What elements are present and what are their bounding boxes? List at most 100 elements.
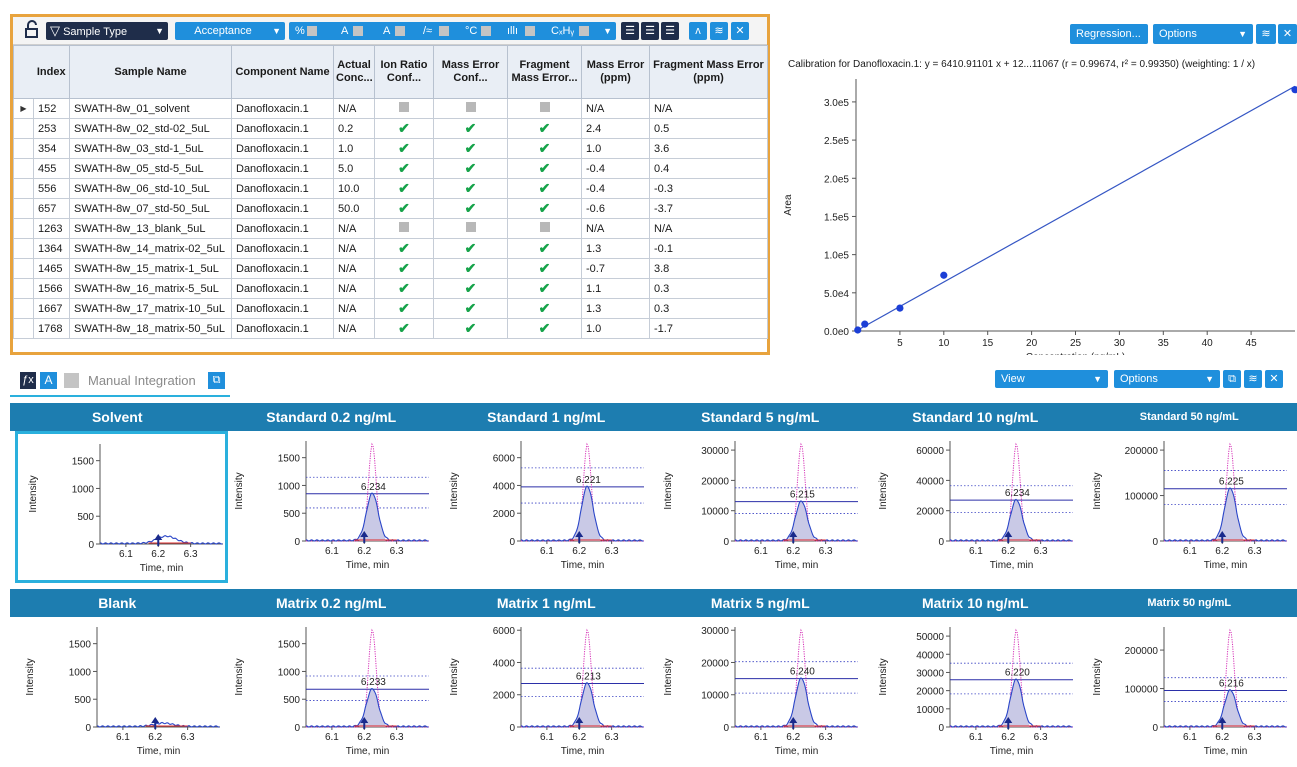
row-selector[interactable] bbox=[13, 138, 34, 159]
peak-a-toggle[interactable] bbox=[353, 26, 363, 36]
integration-options-dropdown[interactable]: Options ▼ bbox=[1114, 370, 1220, 388]
cell-fragment-mass-error-ppm: 3.6 bbox=[649, 138, 768, 159]
chromatogram-cell[interactable]: 0 500 1000 1500 6.1 6.2 6.3 Time, min Intensity 6… bbox=[224, 431, 434, 583]
regression-button[interactable]: Regression... bbox=[1070, 24, 1148, 44]
chromatogram-cell[interactable]: 0 10000 20000 30000 40000 50000 6.1 6.2 6.3 Time,… bbox=[868, 617, 1078, 767]
percent-toggle[interactable] bbox=[307, 26, 317, 36]
table-row[interactable]: 1566 SWATH-8w_16_matrix-5_5uL Danofloxacin… bbox=[13, 278, 768, 299]
table-row[interactable]: 1465 SWATH-8w_15_matrix-1_5uL Danofloxacin… bbox=[13, 258, 768, 279]
integration-overlay-button[interactable]: ≋ bbox=[1244, 370, 1262, 388]
column-header-actual-conc[interactable]: Actual Conc... bbox=[333, 45, 375, 99]
chromatogram-plot[interactable]: 0 500 1000 1500 6.1 6.2 6.3Time, min Intensity bbox=[18, 434, 228, 584]
unlock-icon[interactable] bbox=[23, 20, 41, 40]
formula-tool-button[interactable]: ƒx bbox=[20, 372, 36, 389]
calibration-chart[interactable]: 0.0e0 5.0e4 1.0e5 1.5e5 2.0e5 2.5e5 3.0e5 5 10 15… bbox=[773, 55, 1297, 355]
row-selector[interactable] bbox=[13, 318, 34, 339]
chromatogram-plot[interactable]: 0 500 1000 1500 6.1 6.2 6.3Time, min Intensity 6… bbox=[224, 431, 434, 581]
column-header-ion-ratio[interactable]: Ion Ratio Conf... bbox=[374, 45, 434, 99]
row-selector[interactable] bbox=[13, 238, 34, 259]
column-header-index[interactable]: Index bbox=[33, 45, 70, 99]
x-tick-label: 6.3 bbox=[1248, 732, 1262, 743]
expand-button[interactable]: ⧉ bbox=[208, 372, 225, 389]
view-dropdown[interactable]: View ▼ bbox=[995, 370, 1108, 388]
row-selector[interactable] bbox=[13, 298, 34, 319]
manual-integration-toggle[interactable] bbox=[64, 373, 79, 388]
close-button[interactable]: ✕ bbox=[731, 22, 749, 40]
chromatogram-cell[interactable]: 0 100000 200000 6.1 6.2 6.3 Time, min Intensity… bbox=[1082, 617, 1292, 767]
chromatogram-cell[interactable]: 0 2000 4000 6000 6.1 6.2 6.3 Time, min Intensity… bbox=[439, 617, 649, 767]
calibration-point[interactable] bbox=[940, 271, 948, 279]
row-selector[interactable] bbox=[13, 278, 34, 299]
table-row[interactable]: 556 SWATH-8w_06_std-10_5uL Danofloxacin.1 1… bbox=[13, 178, 768, 199]
table-row[interactable]: ▶ 152 SWATH-8w_01_solvent Danofloxacin.1 N/A… bbox=[13, 98, 768, 119]
column-header-mass-error-ppm[interactable]: Mass Error (ppm) bbox=[581, 45, 650, 99]
list-view-button[interactable]: ☰ bbox=[661, 22, 679, 40]
isotope-toggle[interactable] bbox=[525, 26, 535, 36]
column-header-sample-name[interactable]: Sample Name bbox=[69, 45, 232, 99]
row-selector[interactable] bbox=[13, 218, 34, 239]
chromatogram-cell[interactable]: 0 500 1000 1500 6.1 6.2 6.3 Time, min Intensity bbox=[15, 431, 228, 583]
x-tick-label: 6.3 bbox=[1034, 546, 1048, 557]
chromatogram-cell[interactable]: 0 10000 20000 30000 6.1 6.2 6.3 Time, min Intens… bbox=[653, 431, 863, 583]
sample-type-label: Sample Type bbox=[63, 26, 128, 38]
flag-filter-bar[interactable]: % A A /≈ °C ıllı CₓHᵧ ▼ bbox=[289, 22, 616, 40]
column-header-fragment-mass-error-conf[interactable]: Fragment Mass Error... bbox=[507, 45, 582, 99]
table-row[interactable]: 1263 SWATH-8w_13_blank_5uL Danofloxacin.1 N… bbox=[13, 218, 768, 239]
retention-time-label: 6.216 bbox=[1219, 678, 1244, 689]
row-selector[interactable] bbox=[13, 178, 34, 199]
table-row[interactable]: 1768 SWATH-8w_18_matrix-50_5uL Danofloxaci… bbox=[13, 318, 768, 339]
auto-integrate-button[interactable]: A bbox=[40, 372, 57, 389]
calibration-point[interactable] bbox=[896, 304, 904, 312]
row-selector[interactable]: ▶ bbox=[13, 98, 34, 119]
table-row[interactable]: 455 SWATH-8w_05_std-5_5uL Danofloxacin.1 5.… bbox=[13, 158, 768, 179]
calibration-options-dropdown[interactable]: Options ▼ bbox=[1153, 24, 1253, 44]
chromatogram-cell[interactable]: 0 20000 40000 60000 6.1 6.2 6.3 Time, min Intens… bbox=[868, 431, 1078, 583]
row-selector[interactable] bbox=[13, 198, 34, 219]
chromatogram-plot[interactable]: 0 2000 4000 6000 6.1 6.2 6.3Time, min Intensity… bbox=[439, 431, 649, 581]
calibration-point[interactable] bbox=[854, 326, 862, 334]
chromatogram-plot[interactable]: 0 500 1000 1500 6.1 6.2 6.3Time, min Intensity bbox=[15, 617, 225, 767]
table-row[interactable]: 354 SWATH-8w_03_std-1_5uL Danofloxacin.1 1.… bbox=[13, 138, 768, 159]
chromatogram-plot[interactable]: 0 100000 200000 6.1 6.2 6.3Time, min Intensity… bbox=[1082, 617, 1292, 767]
chromatogram-title: Standard 10 ng/mL bbox=[912, 409, 1039, 425]
chromatogram-plot[interactable]: 0 10000 20000 30000 6.1 6.2 6.3Time, min Intens… bbox=[653, 431, 863, 581]
chromatogram-cell[interactable]: 0 500 1000 1500 6.1 6.2 6.3 Time, min Intensity 6… bbox=[224, 617, 434, 767]
table-row[interactable]: 1364 SWATH-8w_14_matrix-02_5uL Danofloxaci… bbox=[13, 238, 768, 259]
align-left-button[interactable]: ☰ bbox=[621, 22, 639, 40]
table-row[interactable]: 253 SWATH-8w_02_std-02_5uL Danofloxacin.1 0… bbox=[13, 118, 768, 139]
chromatogram-cell[interactable]: 0 2000 4000 6000 6.1 6.2 6.3 Time, min Intensity… bbox=[439, 431, 649, 583]
column-header-fragment-mass-error-ppm[interactable]: Fragment Mass Error (ppm) bbox=[649, 45, 768, 99]
ratio-toggle[interactable] bbox=[439, 26, 449, 36]
integration-close-button[interactable]: ✕ bbox=[1265, 370, 1283, 388]
cell-index: 1768 bbox=[33, 318, 70, 339]
formula-toggle[interactable] bbox=[579, 26, 589, 36]
chromatogram-cell[interactable]: 0 10000 20000 30000 6.1 6.2 6.3 Time, min Intens… bbox=[653, 617, 863, 767]
column-header-mass-error-conf[interactable]: Mass Error Conf... bbox=[433, 45, 508, 99]
table-row[interactable]: 657 SWATH-8w_07_std-50_5uL Danofloxacin.1 5… bbox=[13, 198, 768, 219]
row-selector[interactable] bbox=[13, 258, 34, 279]
chromatogram-plot[interactable]: 0 10000 20000 30000 6.1 6.2 6.3Time, min Intens… bbox=[653, 617, 863, 767]
chromatogram-cell[interactable]: 0 500 1000 1500 6.1 6.2 6.3 Time, min Intensity bbox=[15, 617, 228, 767]
chromatogram-plot[interactable]: 0 500 1000 1500 6.1 6.2 6.3Time, min Intensity 6… bbox=[224, 617, 434, 767]
temperature-toggle[interactable] bbox=[481, 26, 491, 36]
chromatogram-cell[interactable]: 0 100000 200000 6.1 6.2 6.3 Time, min Intensity… bbox=[1082, 431, 1292, 583]
filter-list-button[interactable]: ☰ bbox=[641, 22, 659, 40]
copy-button[interactable]: ⧉ bbox=[1223, 370, 1241, 388]
chromatogram-plot[interactable]: 0 20000 40000 60000 6.1 6.2 6.3Time, min Intens… bbox=[868, 431, 1078, 581]
peak-b-toggle[interactable] bbox=[395, 26, 405, 36]
column-header-component-name[interactable]: Component Name bbox=[231, 45, 334, 99]
row-selector[interactable] bbox=[13, 158, 34, 179]
overlay-button[interactable]: ≋ bbox=[710, 22, 728, 40]
chromatogram-plot[interactable]: 0 10000 20000 30000 40000 50000 6.1 6.2 6.3Time,… bbox=[868, 617, 1078, 767]
row-selector[interactable] bbox=[13, 118, 34, 139]
chromatogram-plot[interactable]: 0 2000 4000 6000 6.1 6.2 6.3Time, min Intensity… bbox=[439, 617, 649, 767]
check-icon: ✔ bbox=[538, 160, 551, 176]
calibration-overlay-button[interactable]: ≋ bbox=[1256, 24, 1276, 44]
peak-view-button[interactable]: ʌ bbox=[689, 22, 707, 40]
calibration-point[interactable] bbox=[861, 320, 869, 328]
calibration-close-button[interactable]: ✕ bbox=[1278, 24, 1297, 44]
sample-type-filter[interactable]: ▽ Sample Type ▼ bbox=[46, 22, 168, 40]
acceptance-dropdown[interactable]: Acceptance ▼ bbox=[175, 22, 285, 40]
table-row[interactable]: 1667 SWATH-8w_17_matrix-10_5uL Danofloxaci… bbox=[13, 298, 768, 319]
chromatogram-plot[interactable]: 0 100000 200000 6.1 6.2 6.3Time, min Intensity… bbox=[1082, 431, 1292, 581]
